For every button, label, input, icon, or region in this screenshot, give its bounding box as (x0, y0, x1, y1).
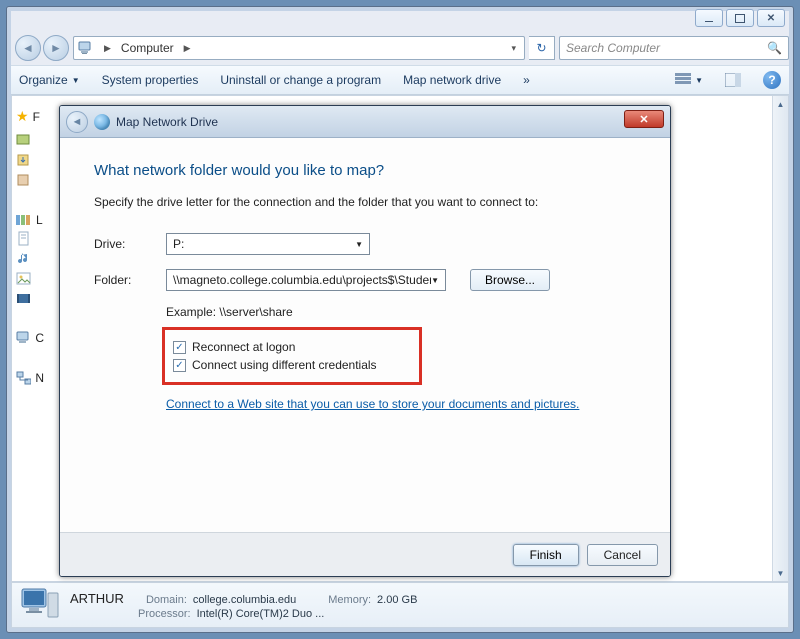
close-button[interactable] (757, 9, 785, 27)
window-controls (695, 9, 785, 27)
desktop-icon[interactable] (16, 133, 32, 149)
preview-pane-icon (725, 73, 741, 87)
system-properties-button[interactable]: System properties (102, 73, 199, 87)
computer-icon (78, 40, 94, 56)
drive-select[interactable]: P: ▼ (166, 233, 370, 255)
dropdown-arrow-icon: ▼ (431, 276, 439, 285)
highlighted-options: ✓ Reconnect at logon ✓ Connect using dif… (162, 327, 422, 385)
reconnect-checkbox[interactable]: ✓ (173, 341, 186, 354)
refresh-button[interactable]: ↻ (529, 36, 555, 60)
more-commands-button[interactable]: » (523, 73, 530, 87)
computer-name: ARTHUR (70, 591, 124, 606)
browse-button[interactable]: Browse... (470, 269, 550, 291)
folder-combobox[interactable]: \\magneto.college.columbia.edu\projects$… (166, 269, 446, 291)
map-network-drive-button[interactable]: Map network drive (403, 73, 501, 87)
downloads-icon[interactable] (16, 153, 32, 169)
folder-label: Folder: (94, 273, 158, 287)
drive-label: Drive: (94, 237, 158, 251)
different-credentials-label: Connect using different credentials (192, 358, 377, 372)
organize-menu[interactable]: Organize▼ (19, 73, 80, 87)
network-icon (16, 371, 31, 385)
dropdown-arrow-icon[interactable]: ▾ (507, 43, 520, 54)
libraries-icon (16, 214, 32, 226)
search-icon: 🔍 (767, 41, 782, 55)
computer-large-icon (20, 587, 60, 623)
breadcrumb-location[interactable]: Computer (121, 41, 174, 55)
scroll-down-icon[interactable]: ▼ (773, 565, 788, 581)
domain-label: Domain: (146, 594, 187, 606)
star-icon: ★ (16, 108, 29, 125)
dialog-close-button[interactable]: ✕ (624, 110, 664, 128)
example-text: Example: \\server\share (166, 305, 636, 319)
scroll-up-icon[interactable]: ▲ (773, 96, 788, 112)
connect-website-link[interactable]: Connect to a Web site that you can use t… (166, 397, 579, 411)
processor-value: Intel(R) Core(TM)2 Duo ... (197, 608, 325, 620)
navigation-pane: ★ F L C N (12, 96, 48, 581)
preview-pane-button[interactable] (725, 73, 741, 87)
recent-icon[interactable] (16, 173, 32, 189)
dropdown-arrow-icon: ▼ (355, 240, 363, 249)
nav-row: ◄ ► ▶ Computer ▶ ▾ ↻ Search Computer 🔍 (11, 31, 789, 65)
dialog-footer: Finish Cancel (60, 532, 670, 576)
scrollbar[interactable]: ▲ ▼ (772, 96, 788, 581)
pictures-icon[interactable] (16, 271, 32, 287)
network-drive-icon (94, 114, 110, 130)
dialog-body: What network folder would you like to ma… (60, 138, 670, 532)
music-icon[interactable] (16, 251, 32, 267)
view-options-button[interactable]: ▼ (675, 73, 703, 87)
processor-label: Processor: (138, 608, 191, 620)
videos-icon[interactable] (16, 291, 32, 307)
memory-label: Memory: (328, 594, 371, 606)
dialog-back-button[interactable]: ◄ (66, 111, 88, 133)
drive-value: P: (173, 237, 184, 251)
address-bar[interactable]: ▶ Computer ▶ ▾ (73, 36, 525, 60)
details-pane: ARTHUR Domain: college.columbia.edu Memo… (11, 582, 789, 628)
chevron-right-icon: ▶ (180, 43, 195, 54)
different-credentials-checkbox[interactable]: ✓ (173, 359, 186, 372)
cancel-button[interactable]: Cancel (587, 544, 658, 566)
uninstall-program-button[interactable]: Uninstall or change a program (220, 73, 381, 87)
back-button[interactable]: ◄ (15, 35, 41, 61)
help-button[interactable]: ? (763, 71, 781, 89)
domain-value: college.columbia.edu (193, 594, 296, 606)
chevron-right-icon: ▶ (100, 43, 115, 54)
minimize-button[interactable] (695, 9, 723, 27)
sidebar-item-computer[interactable]: C (35, 331, 44, 345)
maximize-button[interactable] (726, 9, 754, 27)
sidebar-item-favorites[interactable]: F (33, 110, 40, 124)
finish-button[interactable]: Finish (513, 544, 579, 566)
dialog-titlebar: ◄ Map Network Drive ✕ (60, 106, 670, 138)
sidebar-item-libraries[interactable]: L (36, 213, 43, 227)
map-network-drive-dialog: ◄ Map Network Drive ✕ What network folde… (59, 105, 671, 577)
reconnect-label: Reconnect at logon (192, 340, 295, 354)
memory-value: 2.00 GB (377, 594, 417, 606)
dialog-heading: What network folder would you like to ma… (94, 162, 636, 179)
search-placeholder: Search Computer (566, 41, 660, 55)
dialog-subtext: Specify the drive letter for the connect… (94, 195, 636, 209)
dialog-title: Map Network Drive (116, 115, 218, 129)
search-input[interactable]: Search Computer 🔍 (559, 36, 789, 60)
folder-value: \\magneto.college.columbia.edu\projects$… (173, 273, 431, 287)
command-bar: Organize▼ System properties Uninstall or… (11, 65, 789, 95)
forward-button[interactable]: ► (43, 35, 69, 61)
sidebar-item-network[interactable]: N (35, 371, 44, 385)
documents-icon[interactable] (16, 231, 32, 247)
computer-icon (16, 331, 31, 345)
